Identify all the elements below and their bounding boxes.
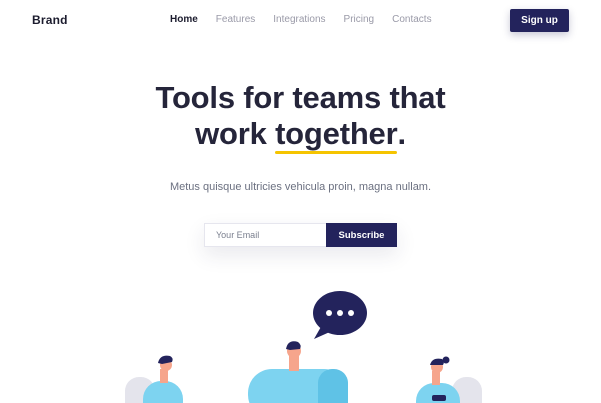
nav-item-features[interactable]: Features xyxy=(216,14,255,25)
top-nav: Brand Home Features Integrations Pricing… xyxy=(0,0,601,42)
person-right xyxy=(416,356,482,403)
brand-logo[interactable]: Brand xyxy=(32,13,68,27)
hero-title-line2: work together. xyxy=(0,116,601,154)
person-center xyxy=(248,341,348,403)
team-illustration xyxy=(125,291,482,403)
email-input[interactable] xyxy=(204,223,326,247)
nav-item-integrations[interactable]: Integrations xyxy=(273,14,325,25)
nav-menu: Home Features Integrations Pricing Conta… xyxy=(170,14,450,25)
speech-bubble-icon xyxy=(313,291,367,339)
subscribe-form: Subscribe xyxy=(204,223,397,247)
person-left xyxy=(125,355,183,403)
hero-title-highlight: together xyxy=(275,116,398,154)
hero-title-suffix: . xyxy=(397,116,406,151)
hero-title-prefix: work xyxy=(195,116,276,151)
hero-title: Tools for teams that work together. xyxy=(0,80,601,154)
subscribe-button[interactable]: Subscribe xyxy=(326,223,397,247)
nav-item-contacts[interactable]: Contacts xyxy=(392,14,431,25)
hero-title-line1: Tools for teams that xyxy=(155,80,446,115)
nav-item-home[interactable]: Home xyxy=(170,14,198,25)
hero-subtitle: Metus quisque ultricies vehicula proin, … xyxy=(169,181,432,193)
signup-button[interactable]: Sign up xyxy=(510,9,569,32)
nav-item-pricing[interactable]: Pricing xyxy=(344,14,375,25)
